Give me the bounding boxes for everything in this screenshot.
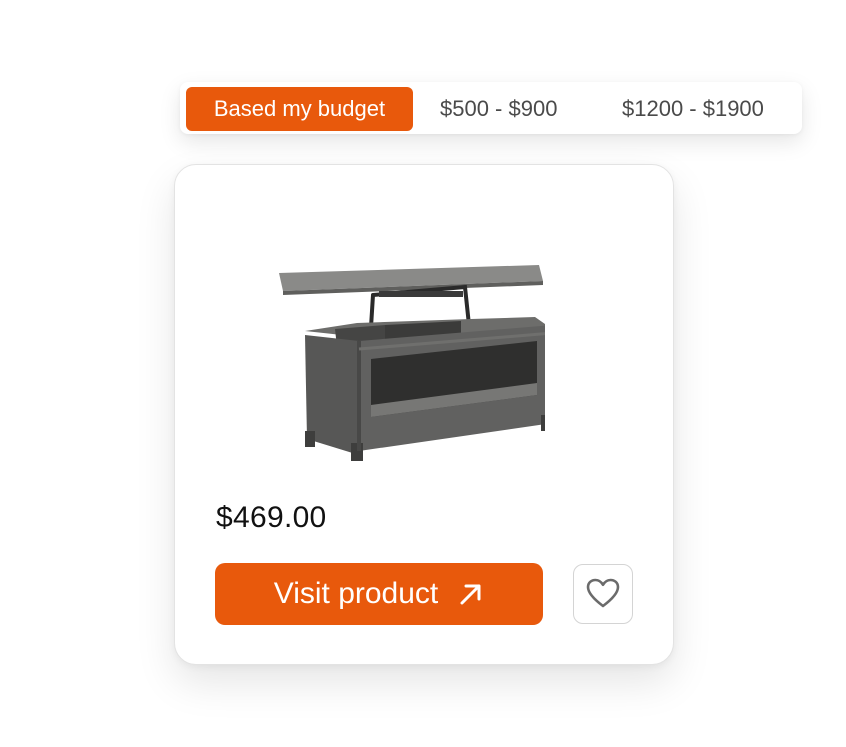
budget-filter-tabs: Based my budget $500 - $900 $1200 - $190…: [180, 82, 802, 134]
tab-500-900[interactable]: $500 - $900: [420, 87, 577, 131]
product-price: $469.00: [216, 501, 327, 534]
product-image: [279, 265, 545, 461]
heart-icon: [586, 578, 620, 608]
page: Based my budget $500 - $900 $1200 - $190…: [0, 0, 846, 747]
arrow-up-right-icon: [460, 584, 481, 605]
visit-product-button[interactable]: Visit product: [215, 563, 543, 625]
product-card: $469.00 Visit product: [174, 164, 674, 665]
favorite-button[interactable]: [573, 564, 633, 624]
tab-1200-1900[interactable]: $1200 - $1900: [602, 87, 784, 131]
visit-product-label: Visit product: [273, 577, 439, 610]
tab-based-my-budget[interactable]: Based my budget: [186, 87, 413, 131]
